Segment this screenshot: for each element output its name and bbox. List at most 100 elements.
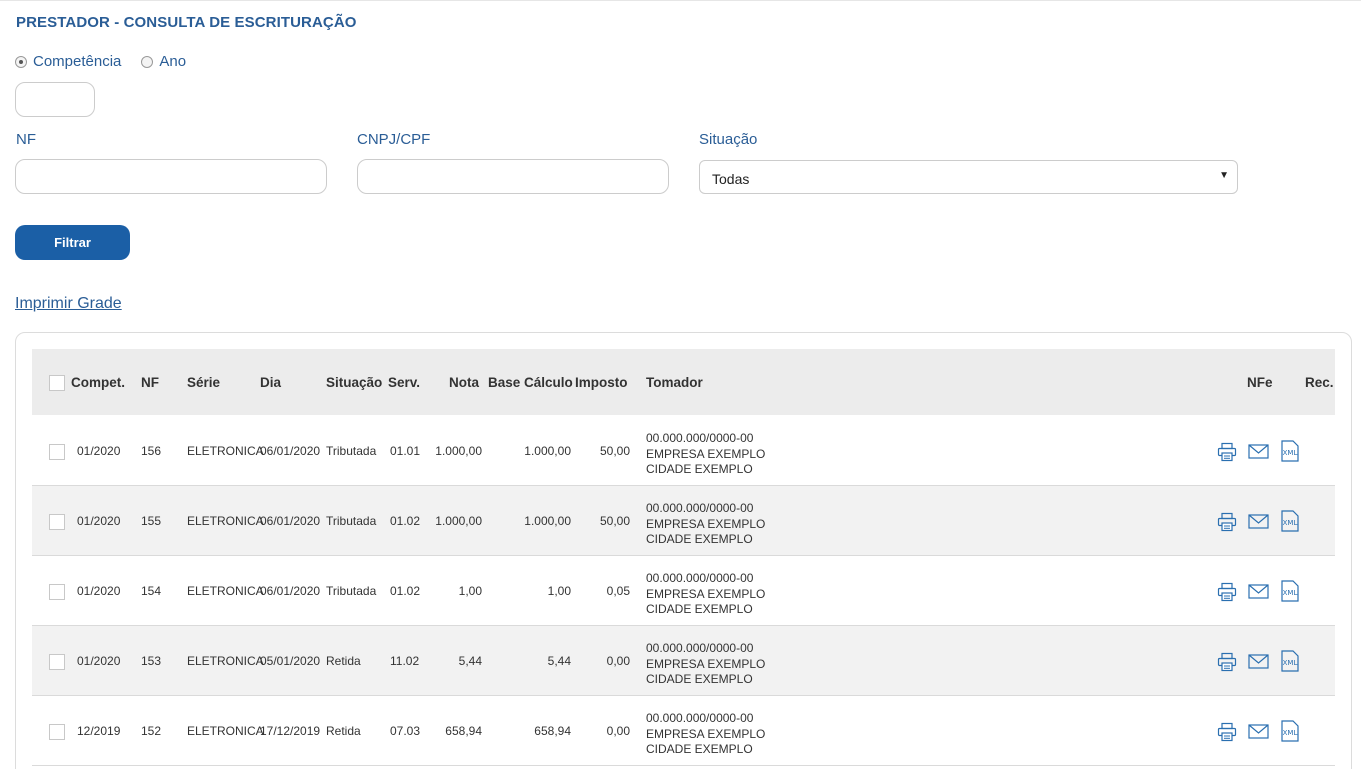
header-imposto[interactable]: Imposto bbox=[575, 375, 628, 390]
tomador-doc: 00.000.000/0000-00 bbox=[646, 431, 754, 445]
situacao-label: Situação bbox=[699, 131, 758, 148]
cell-dia: 06/01/2020 bbox=[260, 444, 321, 458]
radio-ano-circle[interactable] bbox=[141, 55, 154, 68]
header-serv[interactable]: Serv. bbox=[388, 375, 420, 390]
tomador-nome: EMPRESA EXEMPLO bbox=[646, 516, 766, 531]
header-nfe: NFe bbox=[1247, 375, 1273, 390]
cell-dia: 17/12/2019 bbox=[260, 724, 321, 738]
table-row: 12/2019 152 ELETRONICA 17/12/2019 Retida… bbox=[32, 696, 1335, 766]
cell-nf: 156 bbox=[141, 444, 162, 458]
xml-icon[interactable]: XML bbox=[1280, 440, 1300, 462]
cell-base: 1,00 bbox=[547, 584, 571, 598]
email-icon[interactable] bbox=[1248, 513, 1269, 530]
row-checkbox[interactable] bbox=[49, 514, 65, 530]
radio-ano[interactable]: Ano bbox=[141, 53, 186, 70]
cell-situacao: Retida bbox=[326, 724, 361, 738]
header-dia[interactable]: Dia bbox=[260, 375, 281, 390]
cell-base: 658,94 bbox=[534, 724, 571, 738]
svg-text:XML: XML bbox=[1283, 729, 1298, 737]
header-situacao[interactable]: Situação bbox=[326, 375, 382, 390]
header-compet[interactable]: Compet. bbox=[71, 375, 125, 390]
row-checkbox[interactable] bbox=[49, 724, 65, 740]
tomador-cidade: CIDADE EXEMPLO bbox=[646, 462, 753, 476]
header-tomador[interactable]: Tomador bbox=[646, 375, 703, 390]
radio-competencia[interactable]: Competência bbox=[15, 53, 121, 70]
tomador-cidade: CIDADE EXEMPLO bbox=[646, 532, 753, 546]
cell-tomador: 00.000.000/0000-00 EMPRESA EXEMPLO CIDAD… bbox=[646, 711, 765, 758]
xml-icon[interactable]: XML bbox=[1280, 510, 1300, 532]
row-checkbox[interactable] bbox=[49, 584, 65, 600]
cell-tomador: 00.000.000/0000-00 EMPRESA EXEMPLO CIDAD… bbox=[646, 641, 765, 688]
printer-icon[interactable] bbox=[1217, 442, 1237, 462]
filter-button[interactable]: Filtrar bbox=[15, 225, 130, 260]
cell-situacao: Retida bbox=[326, 654, 361, 668]
cnpj-input[interactable] bbox=[357, 159, 669, 194]
cell-situacao: Tributada bbox=[326, 514, 377, 528]
cell-tomador: 00.000.000/0000-00 EMPRESA EXEMPLO CIDAD… bbox=[646, 571, 765, 618]
cell-serie: ELETRONICA bbox=[187, 514, 264, 528]
cell-imposto: 0,00 bbox=[606, 724, 630, 738]
nf-input[interactable] bbox=[15, 159, 327, 194]
cell-dia: 06/01/2020 bbox=[260, 584, 321, 598]
competencia-input[interactable] bbox=[15, 82, 95, 117]
radio-competencia-circle[interactable] bbox=[15, 55, 27, 68]
header-serie[interactable]: Série bbox=[187, 375, 220, 390]
page-title: PRESTADOR - CONSULTA DE ESCRITURAÇÃO bbox=[16, 14, 357, 31]
email-icon[interactable] bbox=[1248, 723, 1269, 740]
svg-text:XML: XML bbox=[1283, 589, 1298, 597]
row-checkbox[interactable] bbox=[49, 654, 65, 670]
email-icon[interactable] bbox=[1248, 443, 1269, 460]
cell-tomador: 00.000.000/0000-00 EMPRESA EXEMPLO CIDAD… bbox=[646, 431, 765, 478]
cell-compet: 01/2020 bbox=[77, 514, 121, 528]
tomador-doc: 00.000.000/0000-00 bbox=[646, 571, 754, 585]
row-checkbox[interactable] bbox=[49, 444, 65, 460]
cell-serie: ELETRONICA bbox=[187, 724, 264, 738]
tomador-nome: EMPRESA EXEMPLO bbox=[646, 726, 766, 741]
table-row: 01/2020 153 ELETRONICA 05/01/2020 Retida… bbox=[32, 626, 1335, 696]
cell-nota: 1.000,00 bbox=[435, 514, 482, 528]
situacao-selected-value: Todas bbox=[712, 171, 750, 187]
radio-competencia-label: Competência bbox=[33, 53, 122, 70]
header-nota[interactable]: Nota bbox=[449, 375, 479, 390]
header-nf[interactable]: NF bbox=[141, 375, 159, 390]
tomador-doc: 00.000.000/0000-00 bbox=[646, 641, 754, 655]
tomador-cidade: CIDADE EXEMPLO bbox=[646, 672, 753, 686]
cell-serv: 01.01 bbox=[390, 444, 421, 458]
tomador-nome: EMPRESA EXEMPLO bbox=[646, 586, 766, 601]
cell-nota: 1.000,00 bbox=[435, 444, 482, 458]
svg-text:XML: XML bbox=[1283, 449, 1298, 457]
cell-compet: 12/2019 bbox=[77, 724, 121, 738]
xml-icon[interactable]: XML bbox=[1280, 650, 1300, 672]
cell-dia: 05/01/2020 bbox=[260, 654, 321, 668]
email-icon[interactable] bbox=[1248, 653, 1269, 670]
printer-icon[interactable] bbox=[1217, 582, 1237, 602]
cell-base: 1.000,00 bbox=[524, 444, 571, 458]
tomador-nome: EMPRESA EXEMPLO bbox=[646, 656, 766, 671]
cell-nf: 152 bbox=[141, 724, 162, 738]
select-all-checkbox[interactable] bbox=[49, 375, 65, 391]
cell-serie: ELETRONICA bbox=[187, 584, 264, 598]
xml-icon[interactable]: XML bbox=[1280, 720, 1300, 742]
cell-tomador: 00.000.000/0000-00 EMPRESA EXEMPLO CIDAD… bbox=[646, 501, 765, 548]
situacao-select[interactable]: Todas ▼ bbox=[699, 160, 1238, 194]
cell-serv: 11.02 bbox=[390, 654, 420, 668]
nf-label: NF bbox=[16, 131, 36, 148]
printer-icon[interactable] bbox=[1217, 512, 1237, 532]
xml-icon[interactable]: XML bbox=[1280, 580, 1300, 602]
cell-base: 5,44 bbox=[547, 654, 571, 668]
print-grid-link[interactable]: Imprimir Grade bbox=[15, 295, 122, 313]
printer-icon[interactable] bbox=[1217, 652, 1237, 672]
cell-serv: 01.02 bbox=[390, 514, 421, 528]
email-icon[interactable] bbox=[1248, 583, 1269, 600]
svg-text:XML: XML bbox=[1283, 659, 1298, 667]
cell-imposto: 0,00 bbox=[606, 654, 630, 668]
header-base-calculo[interactable]: Base Cálculo bbox=[488, 375, 573, 390]
top-divider bbox=[0, 0, 1361, 3]
cell-compet: 01/2020 bbox=[77, 584, 121, 598]
cell-serie: ELETRONICA bbox=[187, 654, 264, 668]
table-row: 01/2020 155 ELETRONICA 06/01/2020 Tribut… bbox=[32, 486, 1335, 556]
cell-compet: 01/2020 bbox=[77, 444, 121, 458]
cell-compet: 01/2020 bbox=[77, 654, 121, 668]
printer-icon[interactable] bbox=[1217, 722, 1237, 742]
cell-situacao: Tributada bbox=[326, 444, 377, 458]
